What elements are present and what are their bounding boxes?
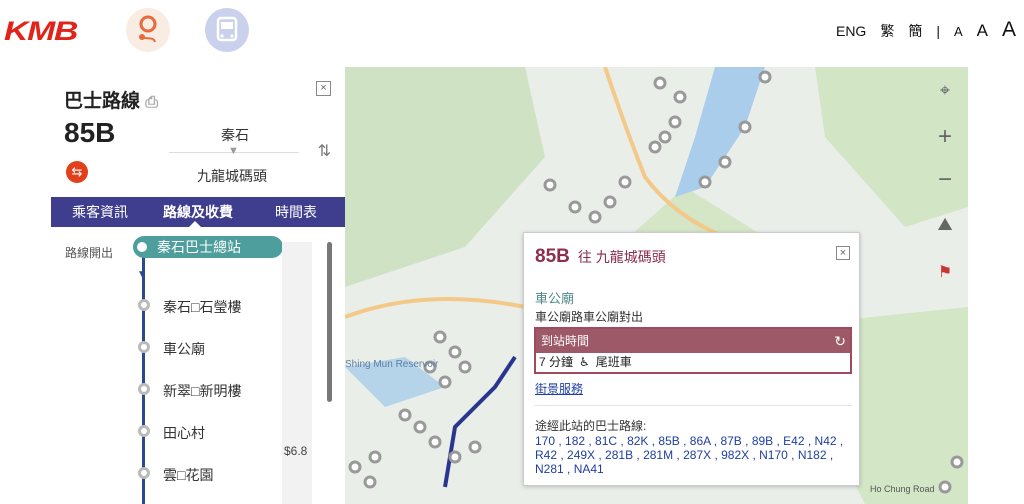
stop-list-scrollbar[interactable] xyxy=(327,242,332,402)
fare-value: $6.8 xyxy=(284,444,308,458)
route-destination: 九龍城碼頭 xyxy=(197,168,267,184)
font-size-large[interactable]: A xyxy=(1002,18,1016,42)
route-number: 85B xyxy=(64,117,116,148)
route-type-icon: ⇆ xyxy=(66,161,88,183)
route-search-icon[interactable] xyxy=(126,8,170,52)
language-font-bar: ENG 繁 簡 | A A A xyxy=(836,18,1016,42)
lang-separator: | xyxy=(936,23,940,39)
tab-timetable[interactable]: 時間表 xyxy=(247,197,345,227)
stop-list: 路線開出 秦石巴士總站 ▼ 秦石□石瑩樓 車公廟 新翠□新明樓 田心村 雲□花園… xyxy=(51,232,345,504)
panel-close-button[interactable]: × xyxy=(316,81,331,96)
popup-direction: 往 九龍城碼頭 xyxy=(577,249,666,265)
stop-dot xyxy=(138,299,150,311)
stop-info-popup: 85B 往 九龍城碼頭 × 車公廟 車公廟路車公廟對出 到站時間 ↻ 7 分鐘 … xyxy=(523,232,860,486)
first-stop[interactable]: 秦石巴士總站 xyxy=(133,236,283,258)
stop-item[interactable]: 秦石□石瑩樓 xyxy=(163,297,241,317)
eta-label: 到站時間 xyxy=(541,334,590,348)
stop-dot xyxy=(138,425,150,437)
popup-close-button[interactable]: × xyxy=(836,246,850,260)
route-panel: 巴士路線 ⎙ × 85B 秦石 ▼ 九龍城碼頭 ⇅ ⇆ 乘客資訊 路線及收費 時… xyxy=(51,67,345,504)
route-origin: 秦石 xyxy=(221,127,249,143)
route-line xyxy=(142,250,145,504)
stop-item[interactable]: 雲□花園 xyxy=(163,465,213,485)
kmb-logo[interactable]: KMB xyxy=(4,16,78,47)
map-label-road: Ho Chung Road xyxy=(870,484,935,494)
tab-passenger-info[interactable]: 乘客資訊 xyxy=(51,197,149,227)
direction-arrow-icon: ▼ xyxy=(228,145,239,157)
popup-divider xyxy=(534,405,852,406)
popup-stop-address: 車公廟路車公廟對出 xyxy=(535,310,644,324)
panel-title-text: 巴士路線 xyxy=(64,91,141,112)
terrain-layer-icon[interactable]: ⛰ xyxy=(930,209,960,239)
start-label: 路線開出 xyxy=(65,246,114,260)
lang-english[interactable]: ENG xyxy=(836,23,866,39)
font-size-small[interactable]: A xyxy=(954,24,963,39)
fare-column xyxy=(282,242,312,504)
lang-traditional[interactable]: 繁 xyxy=(880,21,894,41)
street-view-link[interactable]: 街景服務 xyxy=(535,380,583,397)
bus-stop-icon[interactable] xyxy=(205,8,249,52)
swap-direction-button[interactable]: ⇅ xyxy=(318,141,331,161)
stop-dot xyxy=(138,383,150,395)
stop-item[interactable]: 新翠□新明樓 xyxy=(163,381,241,401)
map-controls: ⌖ + − ⛰ ⚑ xyxy=(920,67,970,367)
top-header: KMB ENG 繁 簡 | A A A xyxy=(0,0,1024,67)
eta-minutes: 7 分鐘 xyxy=(539,355,574,369)
panel-title: 巴士路線 ⎙ xyxy=(64,86,158,113)
eta-header: 到站時間 ↻ xyxy=(536,329,850,353)
active-tab-indicator xyxy=(189,221,201,227)
font-size-medium[interactable]: A xyxy=(977,21,988,41)
wheelchair-icon: ♿ xyxy=(579,355,590,369)
eta-box: 到站時間 ↻ 7 分鐘 ♿ 尾班車 xyxy=(534,327,852,374)
locate-me-button[interactable]: ⌖ xyxy=(930,75,960,105)
popup-route-number: 85B xyxy=(535,246,570,267)
passing-routes-label: 途經此站的巴士路線: xyxy=(535,419,647,433)
popup-stop-name: 車公廟 xyxy=(535,291,575,306)
first-stop-dot xyxy=(137,242,147,252)
lang-simplified[interactable]: 簡 xyxy=(908,21,922,41)
eta-row: 7 分鐘 ♿ 尾班車 xyxy=(536,353,850,372)
zoom-out-button[interactable]: − xyxy=(930,165,960,195)
direction-down-icon: ▼ xyxy=(137,269,147,280)
popup-header: 85B 往 九龍城碼頭 xyxy=(535,246,666,268)
bus-stop-layer-icon[interactable]: ⚑ xyxy=(930,258,960,288)
first-stop-label: 秦石巴士總站 xyxy=(157,239,241,255)
stop-item[interactable]: 田心村 xyxy=(163,423,205,443)
zoom-in-button[interactable]: + xyxy=(930,122,960,152)
stop-dot xyxy=(138,467,150,479)
map-label-reservoir: Shing Mun Reservoir xyxy=(345,359,439,370)
eta-note: 尾班車 xyxy=(595,355,632,369)
print-icon[interactable]: ⎙ xyxy=(145,94,158,111)
passing-routes-list[interactable]: 170 , 182 , 81C , 82K , 85B , 86A , 87B … xyxy=(535,434,853,476)
stop-dot xyxy=(138,341,150,353)
refresh-icon[interactable]: ↻ xyxy=(834,329,846,353)
stop-item[interactable]: 車公廟 xyxy=(163,339,205,359)
